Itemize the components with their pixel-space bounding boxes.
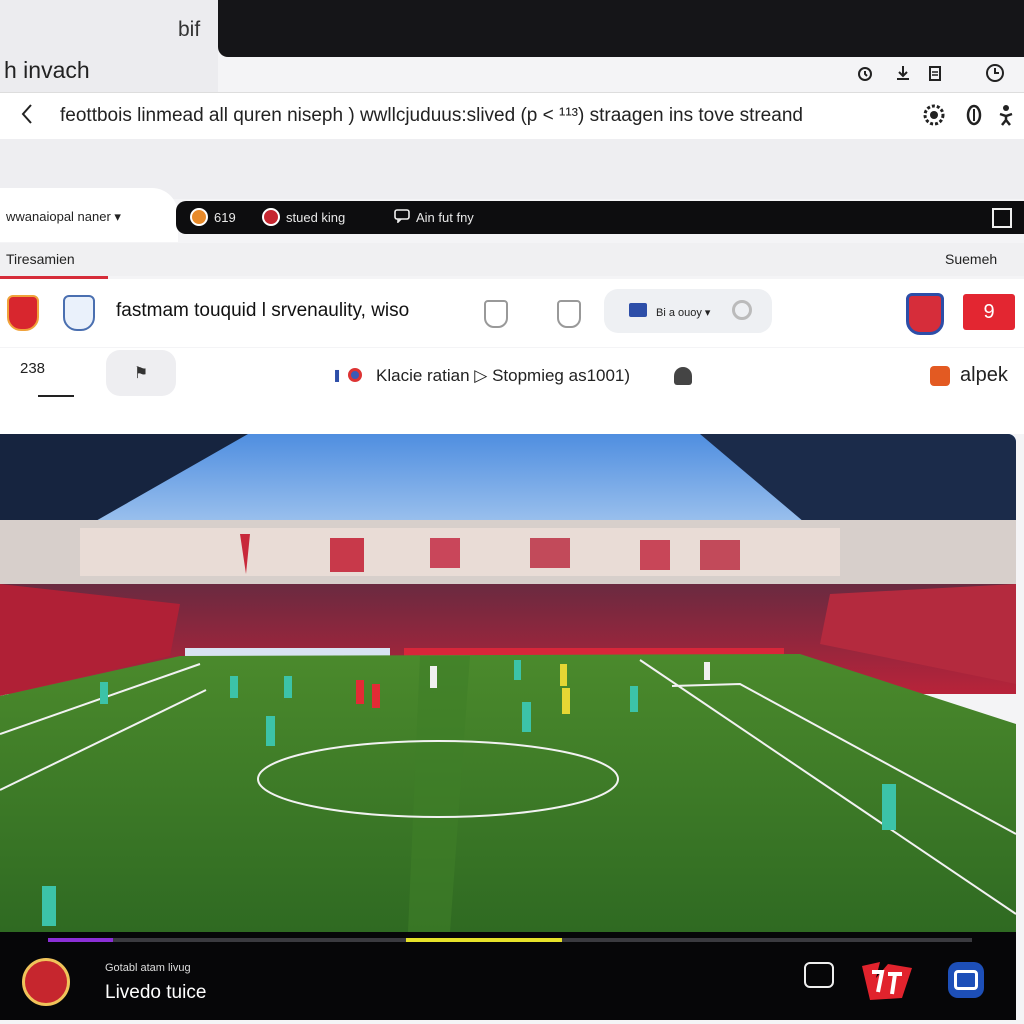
player (42, 886, 56, 926)
settings-icon[interactable] (920, 100, 948, 130)
channel-selector[interactable]: wwanaiopal naner ▾ (6, 209, 121, 225)
window-title: h invach (4, 57, 90, 83)
chat-icon (394, 208, 410, 226)
app-icon[interactable] (930, 366, 950, 386)
score-badge: 9 (963, 294, 1015, 330)
channel-item-viewers[interactable]: 619 (190, 207, 236, 227)
section-tabs (0, 243, 1024, 276)
download-icon[interactable] (890, 60, 916, 86)
quality-label: Bi a ouoy ▾ (656, 307, 711, 319)
broadcaster-logo-icon (858, 958, 916, 1004)
channel-item-chat[interactable]: Ain fut fny (394, 207, 474, 227)
clock-icon[interactable] (852, 60, 878, 86)
fullscreen-button[interactable] (992, 208, 1012, 228)
counter-underline (38, 395, 74, 397)
league-crest-icon[interactable] (484, 300, 508, 328)
stream-title: Livedo tuice (105, 982, 207, 1003)
tab-right[interactable]: Suemeh (945, 251, 997, 267)
lock-icon[interactable] (674, 367, 692, 385)
sponsor-crest-icon (906, 293, 944, 335)
clipboard-icon[interactable] (922, 60, 948, 86)
player (704, 662, 710, 680)
progress-buffer (405, 938, 562, 942)
match-title: fastmam touquid l srvenaulity, wiso (116, 300, 410, 321)
back-arrow-icon[interactable] (12, 96, 42, 132)
away-team-crest-icon[interactable] (63, 295, 95, 331)
banner-red-3 (430, 538, 460, 568)
player (284, 676, 292, 698)
shield-icon[interactable] (960, 100, 988, 130)
channel-item-label: Ain fut fny (416, 209, 474, 225)
accessibility-icon[interactable] (992, 100, 1020, 130)
chevron-down-icon: ▾ (114, 209, 121, 224)
player (522, 702, 531, 732)
player (562, 688, 570, 714)
club-crest-icon[interactable] (557, 300, 581, 328)
flag-icon (629, 303, 647, 317)
player (266, 716, 275, 746)
player (356, 680, 364, 704)
stream-status: Klacie ratian ▷ Stopmieg as1001) (376, 366, 631, 385)
player (560, 664, 567, 686)
video-player[interactable] (0, 434, 1016, 932)
live-dot-icon (348, 368, 362, 382)
player (630, 686, 638, 712)
player (372, 684, 380, 708)
settings-button[interactable] (948, 962, 984, 998)
channel-item-team[interactable]: stued king (262, 207, 345, 227)
banner-red-2 (330, 538, 364, 572)
channel-crest-icon (22, 958, 70, 1006)
history-icon[interactable] (982, 60, 1008, 86)
url-text[interactable]: feottbois linmead all quren niseph ) wwl… (60, 105, 803, 127)
ball-icon (190, 208, 208, 226)
gear-icon[interactable] (732, 300, 752, 320)
screen-icon (954, 970, 978, 990)
player (230, 676, 238, 698)
tab-title[interactable]: bif (178, 18, 200, 42)
player (514, 660, 521, 680)
captions-button[interactable] (804, 962, 834, 988)
team-crest-icon (262, 208, 280, 226)
channel-item-label: 619 (214, 209, 236, 225)
banner-red-6 (700, 540, 740, 570)
app-label[interactable]: alpek (960, 364, 1008, 387)
home-team-crest-icon[interactable] (7, 295, 39, 331)
progress-played (48, 938, 113, 942)
player (430, 666, 437, 688)
channel-label: wwanaiopal naner (6, 209, 111, 224)
banner-red-5 (640, 540, 670, 570)
counter-value: 238 (20, 360, 46, 377)
channel-item-label: stued king (286, 209, 346, 225)
channel-sublabel: Gotabl atam livug (105, 962, 191, 974)
tab-left[interactable]: Tiresamien (6, 251, 75, 267)
player (100, 682, 108, 704)
signal-icon: ❚ (332, 368, 343, 382)
banner-red-4 (530, 538, 570, 568)
flag-button[interactable]: ⚑ (106, 350, 176, 396)
pitch (0, 654, 1016, 932)
player (882, 784, 896, 830)
title-bar (218, 0, 1024, 57)
flag-icon: ⚑ (133, 365, 149, 382)
